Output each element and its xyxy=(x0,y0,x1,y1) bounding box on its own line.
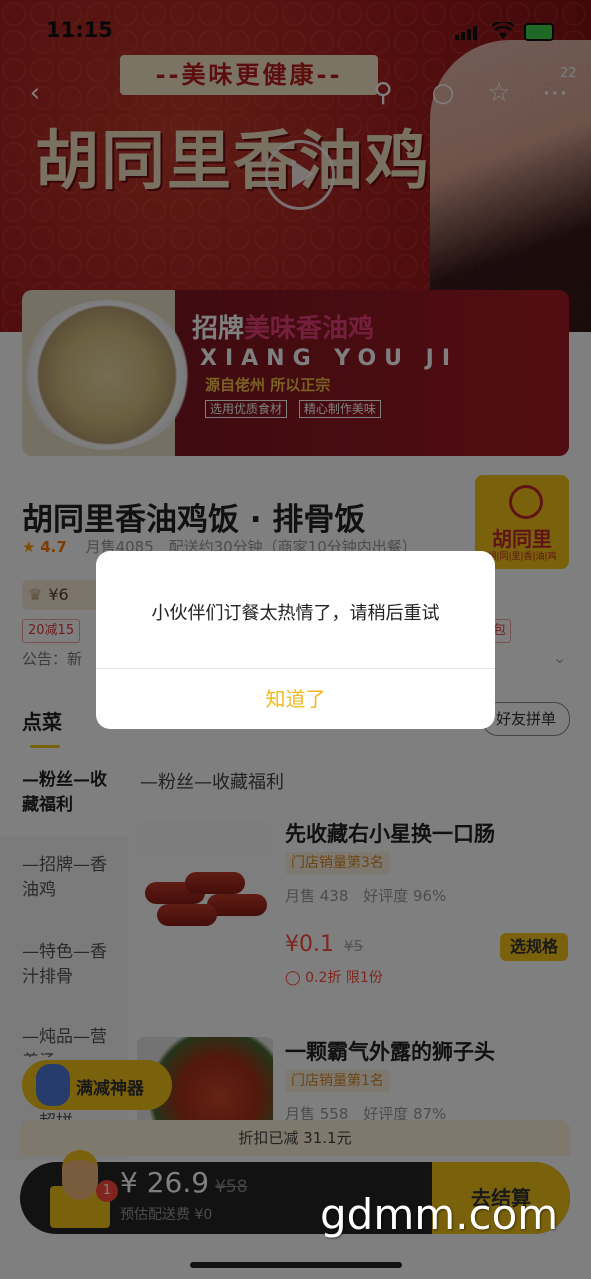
dialog-message: 小伙伴们订餐太热情了，请稍后重试 xyxy=(151,603,440,624)
dialog-ok-button[interactable]: 知道了 xyxy=(96,669,495,729)
watermark: gdmm.com xyxy=(320,1190,559,1239)
alert-dialog: 小伙伴们订餐太热情了，请稍后重试 知道了 xyxy=(96,551,495,729)
